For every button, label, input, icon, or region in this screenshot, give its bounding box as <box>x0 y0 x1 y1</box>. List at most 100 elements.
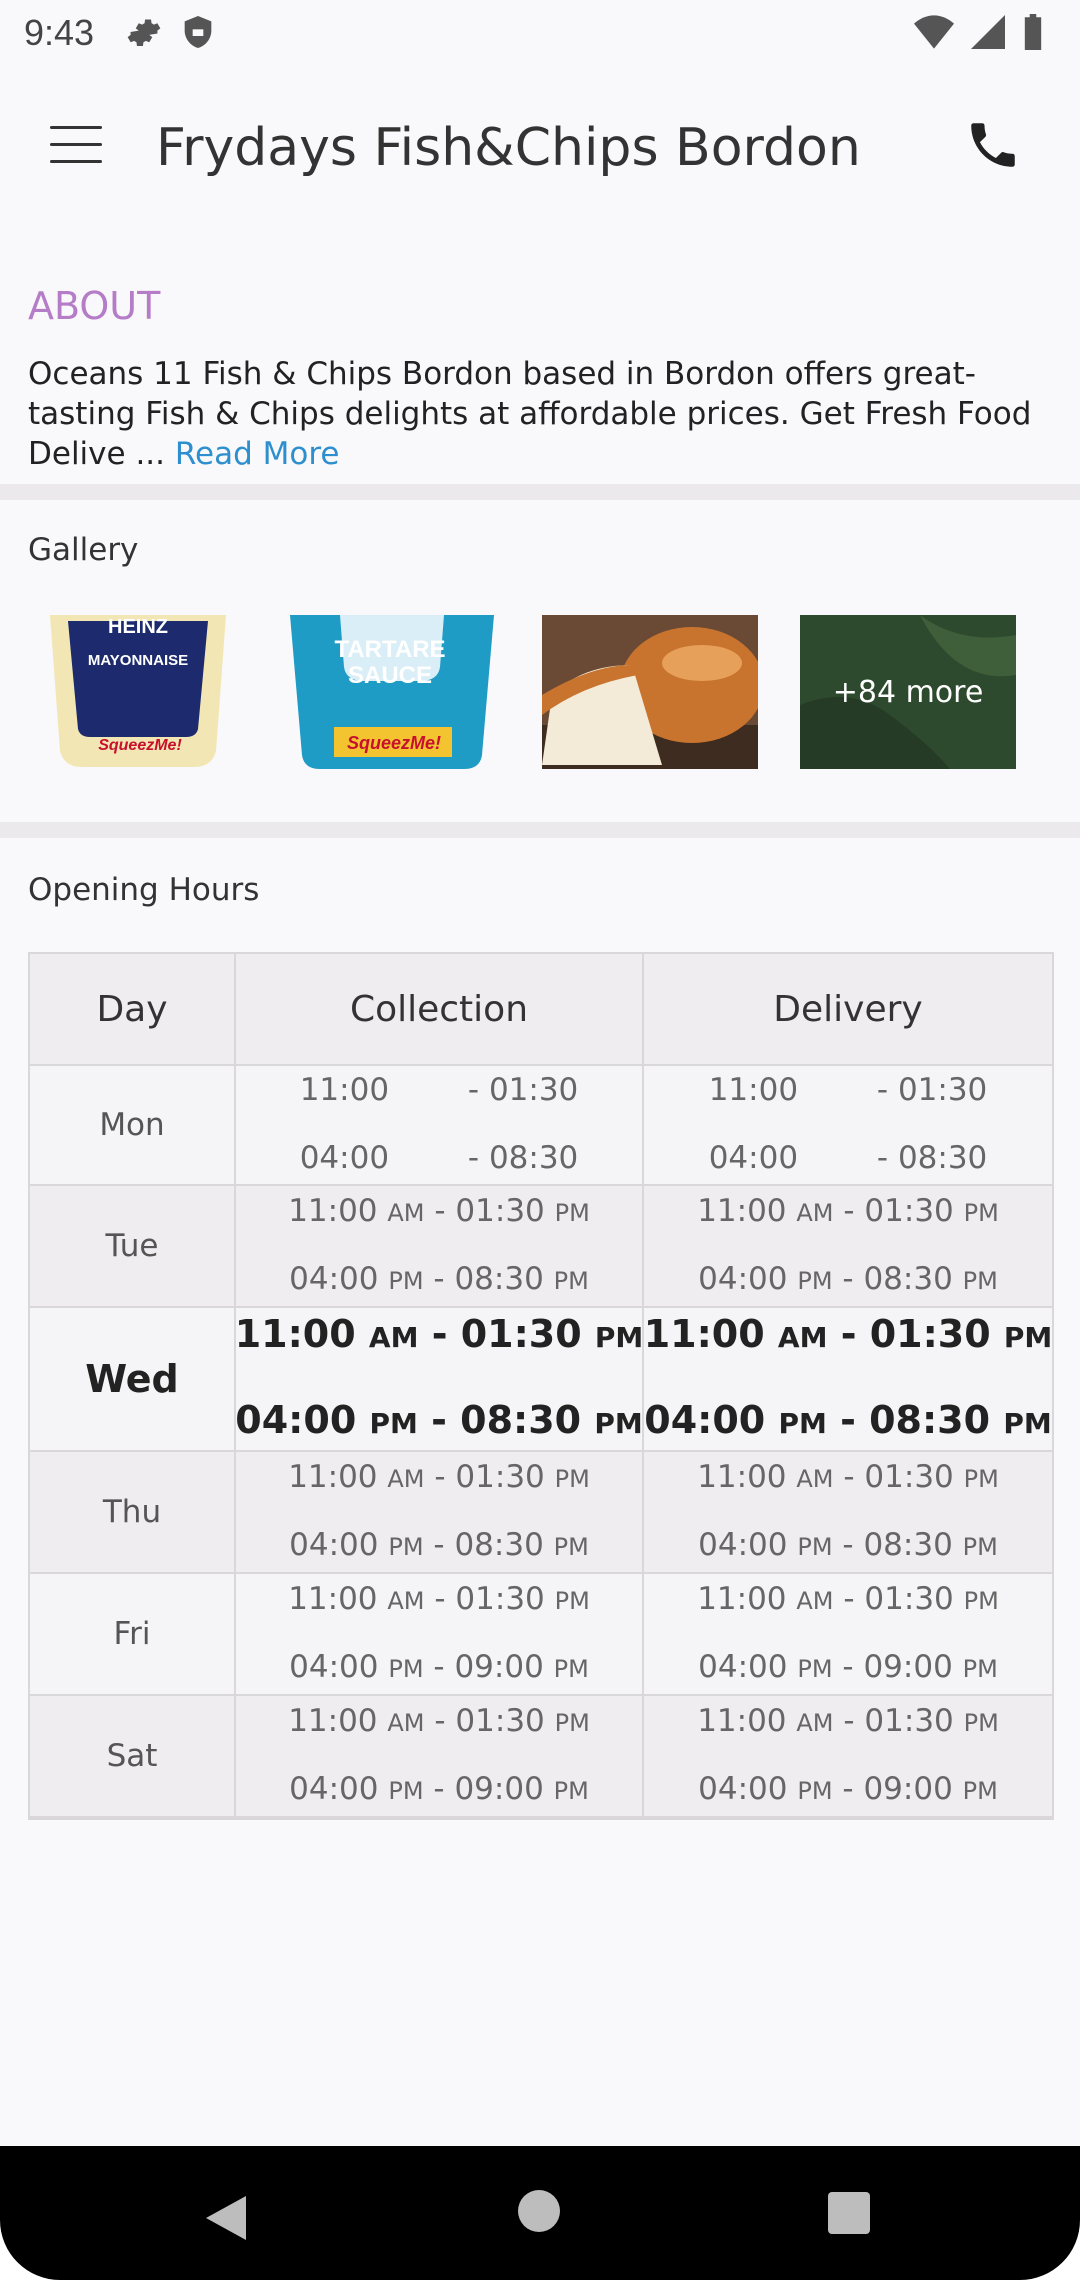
collection-time-slot: 11:00 AM - 01:30 PM <box>288 1444 590 1512</box>
close-period: PM <box>594 1407 643 1440</box>
time-separator: - <box>424 1703 456 1739</box>
heinz-label: HEINZ <box>108 616 168 638</box>
open-period: PM <box>797 1655 833 1683</box>
menu-icon[interactable] <box>50 126 102 166</box>
delivery-time-slot: 11:00 AM - 01:30 PM <box>697 1566 999 1634</box>
close-period: PM <box>963 1587 999 1615</box>
open-time: 04:00 <box>698 1261 788 1297</box>
divider <box>0 484 1080 500</box>
status-icons-left <box>126 14 214 50</box>
collection-time-slot: 04:00 PM - 09:00 PM <box>289 1756 589 1824</box>
open-period: AM <box>387 1709 425 1737</box>
day-label: Sat <box>106 1738 158 1774</box>
close-time: 09:00 <box>863 1771 953 1807</box>
shield-icon <box>184 16 212 48</box>
close-time: 01:30 <box>864 1459 954 1495</box>
close-time: 01:30 <box>460 1312 582 1356</box>
open-period: PM <box>778 1407 827 1440</box>
close-period: PM <box>1003 1407 1052 1440</box>
close-time: 09:00 <box>454 1771 544 1807</box>
time-separator: - <box>423 1527 455 1563</box>
phone-icon[interactable] <box>964 116 1022 174</box>
time-separator: - <box>423 1649 455 1685</box>
delivery-time-slot: 11:00 - 01:30 <box>709 1057 988 1125</box>
close-time: 01:30 <box>488 1072 579 1108</box>
open-time: 11:00 <box>708 1072 799 1108</box>
time-separator: - <box>832 1771 864 1807</box>
delivery-time-slot: 11:00 AM - 01:30 PM <box>644 1293 1053 1379</box>
close-time: 08:30 <box>488 1140 579 1176</box>
time-separator: - <box>398 1140 489 1176</box>
table-row: Sat 11:00 AM - 01:30 PM 04:00 PM - 09:00 P… <box>30 1696 1052 1818</box>
open-time: 11:00 <box>697 1581 787 1617</box>
back-icon[interactable] <box>206 2196 246 2240</box>
open-time: 04:00 <box>289 1527 379 1563</box>
day-cell: Sat <box>30 1696 236 1816</box>
open-time: 11:00 <box>288 1703 378 1739</box>
more-count-label: +84 more <box>832 674 984 710</box>
delivery-hours-cell: 11:00 AM - 01:30 PM 04:00 PM - 09:00 PM <box>644 1574 1052 1694</box>
close-period: PM <box>554 1465 590 1493</box>
close-period: PM <box>962 1655 998 1683</box>
close-time: 01:30 <box>455 1459 545 1495</box>
time-separator: - <box>417 1398 461 1442</box>
open-time: 04:00 <box>698 1771 788 1807</box>
open-time: 11:00 <box>697 1193 787 1229</box>
collection-hours-cell: 11:00 - 01:30 04:00 - 08:30 <box>236 1066 644 1184</box>
open-time: 04:00 <box>698 1527 788 1563</box>
open-time: 04:00 <box>698 1649 788 1685</box>
open-time: 11:00 <box>697 1703 787 1739</box>
day-cell: Mon <box>30 1066 236 1184</box>
gallery-item-mayonnaise[interactable]: HEINZ MAYONNAISE SqueezMe! <box>28 615 244 769</box>
close-period: PM <box>962 1267 998 1295</box>
open-period: AM <box>796 1199 834 1227</box>
close-time: 01:30 <box>869 1312 991 1356</box>
time-separator: - <box>424 1581 456 1617</box>
opening-hours-table: Day Collection Delivery Mon 11:00 - 01:30… <box>28 952 1054 1820</box>
recents-icon[interactable] <box>828 2192 870 2234</box>
home-icon[interactable] <box>518 2190 560 2232</box>
gallery-item-tartare[interactable]: TARTARE SAUCE SqueezMe! <box>284 615 500 769</box>
close-period: PM <box>962 1533 998 1561</box>
time-separator: - <box>832 1261 864 1297</box>
delivery-hours-cell: 11:00 AM - 01:30 PM 04:00 PM - 08:30 PM <box>644 1452 1052 1572</box>
close-period: PM <box>1003 1321 1053 1354</box>
about-heading: ABOUT <box>28 284 161 328</box>
close-time: 08:30 <box>897 1140 988 1176</box>
close-time: 01:30 <box>864 1703 954 1739</box>
status-bar: 9:43 <box>0 0 1080 66</box>
open-time: 11:00 <box>288 1581 378 1617</box>
collection-time-slot: 11:00 AM - 01:30 PM <box>235 1293 644 1379</box>
time-separator: - <box>826 1398 870 1442</box>
opening-hours-section: Opening Hours Day Collection Delivery Mo… <box>0 838 1080 2148</box>
table-row: Fri 11:00 AM - 01:30 PM 04:00 PM - 09:00 P… <box>30 1574 1052 1696</box>
collection-hours-cell: 11:00 AM - 01:30 PM 04:00 PM - 08:30 PM <box>236 1186 644 1306</box>
gallery-item-more[interactable]: +84 more <box>800 615 1016 769</box>
day-label: Mon <box>99 1107 165 1143</box>
delivery-hours-cell: 11:00 AM - 01:30 PM 04:00 PM - 08:30 PM <box>644 1186 1052 1306</box>
day-label: Fri <box>113 1616 151 1652</box>
close-time: 09:00 <box>863 1649 953 1685</box>
open-period: AM <box>777 1321 828 1354</box>
time-separator: - <box>833 1581 865 1617</box>
time-separator: - <box>807 1072 898 1108</box>
tartare-sauce-image: TARTARE SAUCE SqueezMe! <box>284 615 500 769</box>
delivery-hours-cell: 11:00 - 01:30 04:00 - 08:30 <box>644 1066 1052 1184</box>
open-period: PM <box>388 1533 424 1561</box>
gallery-item-bread-roll[interactable] <box>542 615 758 769</box>
collection-hours-cell: 11:00 AM - 01:30 PM 04:00 PM - 08:30 PM <box>236 1452 644 1572</box>
open-period: PM <box>797 1777 833 1805</box>
close-period: PM <box>554 1587 590 1615</box>
page-title: Frydays Fish&Chips Bordon <box>156 118 861 178</box>
table-row: Wed 11:00 AM - 01:30 PM 04:00 PM - 08:30 P… <box>30 1308 1052 1452</box>
opening-hours-label: Opening Hours <box>28 872 260 908</box>
close-time: 08:30 <box>863 1261 953 1297</box>
about-text: Oceans 11 Fish & Chips Bordon based in B… <box>28 354 1058 474</box>
time-separator: - <box>424 1459 456 1495</box>
read-more-link[interactable]: Read More <box>175 436 340 472</box>
close-period: PM <box>963 1465 999 1493</box>
table-row: Mon 11:00 - 01:30 04:00 - 08:30 11:00 - 0… <box>30 1066 1052 1186</box>
open-period: PM <box>388 1777 424 1805</box>
navigation-bar <box>0 2146 1080 2280</box>
open-period: PM <box>369 1407 418 1440</box>
